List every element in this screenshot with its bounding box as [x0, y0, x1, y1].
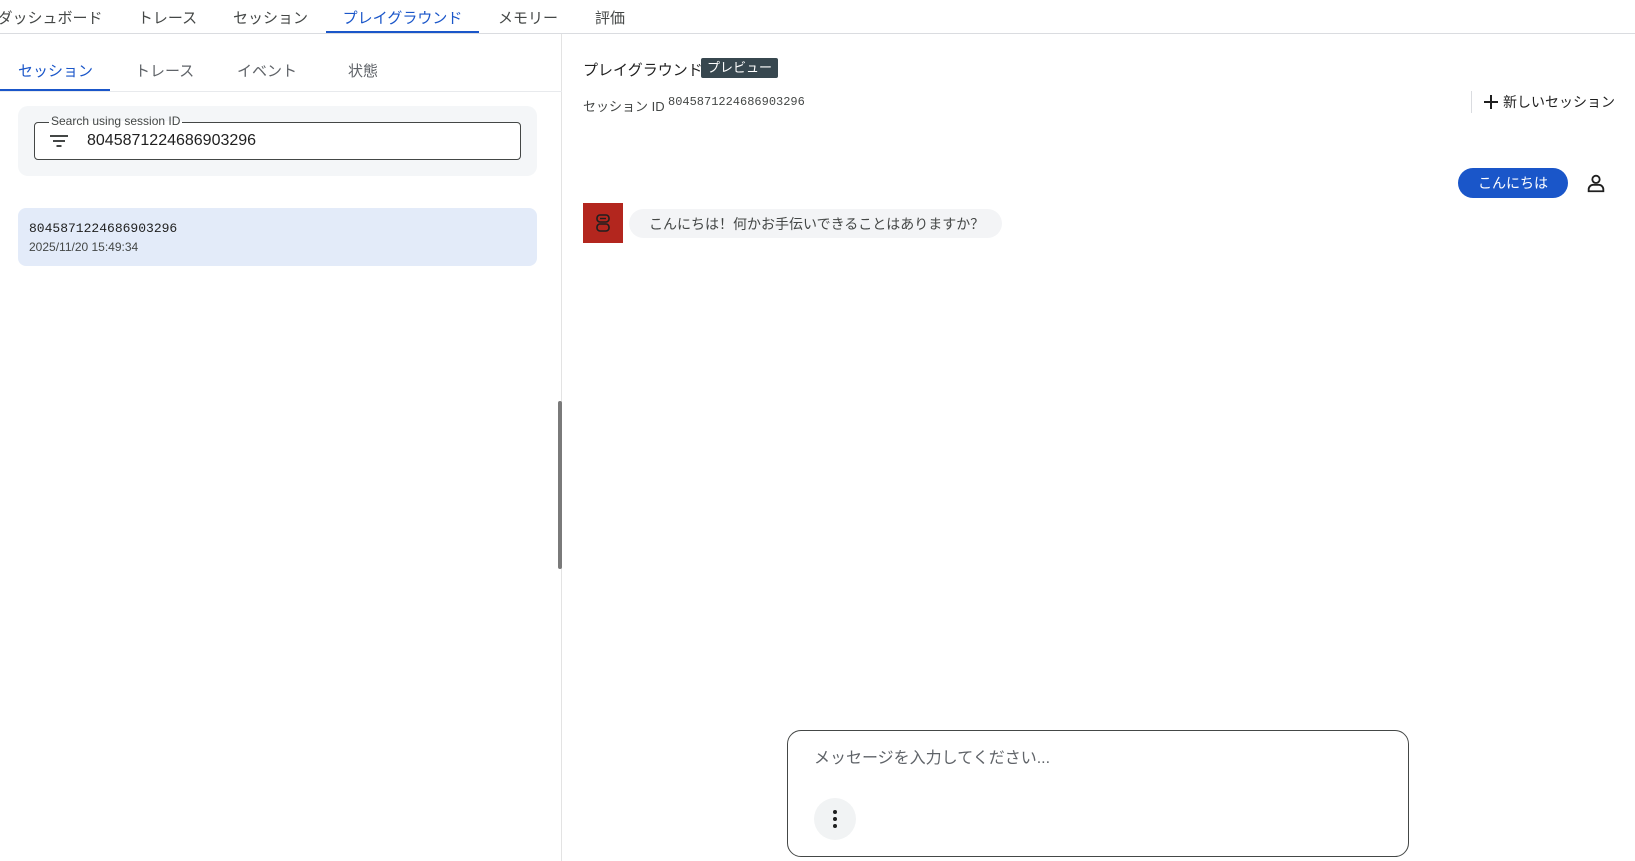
tab-session[interactable]: セッション	[228, 0, 313, 34]
subtab-trace[interactable]: トレース	[135, 60, 194, 86]
session-item-date: 2025/11/20 15:49:34	[29, 240, 139, 254]
session-id-value: 8045871224686903296	[668, 95, 805, 109]
bot-avatar	[583, 203, 623, 243]
subtab-event[interactable]: イベント	[237, 60, 297, 86]
tab-memory[interactable]: メモリー	[492, 0, 564, 34]
subtab-divider	[0, 91, 562, 92]
tab-playground[interactable]: プレイグラウンド	[326, 0, 479, 34]
tab-trace[interactable]: トレース	[130, 0, 205, 34]
tab-evaluation[interactable]: 評価	[590, 0, 630, 34]
new-session-label: 新しいセッション	[1503, 94, 1615, 110]
plus-icon	[1484, 95, 1498, 109]
message-input[interactable]	[814, 747, 1374, 771]
left-panel: セッション トレース イベント 状態 Search using session …	[0, 34, 562, 861]
message-composer	[787, 730, 1409, 857]
new-session-button[interactable]: 新しいセッション	[1483, 90, 1615, 114]
session-search-field[interactable]: Search using session ID	[34, 114, 521, 160]
session-item-id: 8045871224686903296	[29, 221, 178, 236]
session-id-label: セッション ID	[583, 99, 665, 114]
session-list-item[interactable]: 8045871224686903296 2025/11/20 15:49:34	[18, 208, 537, 266]
person-icon	[1587, 174, 1605, 193]
top-nav: ダッシュボード トレース セッション プレイグラウンド メモリー 評価	[0, 0, 1635, 34]
filter-icon	[50, 135, 68, 147]
playground-panel: プレイグラウンド プレビュー セッション ID 8045871224686903…	[563, 34, 1635, 861]
user-message: こんにちは	[1458, 168, 1568, 198]
subtab-session[interactable]: セッション	[18, 60, 93, 86]
tab-dashboard[interactable]: ダッシュボード	[0, 0, 103, 34]
active-tab-indicator	[326, 31, 479, 33]
preview-badge: プレビュー	[701, 58, 779, 78]
search-card: Search using session ID	[18, 106, 537, 176]
subtab-state[interactable]: 状態	[348, 60, 378, 86]
more-vert-icon	[833, 810, 837, 828]
panel-resize-handle[interactable]	[558, 401, 562, 569]
more-options-button[interactable]	[814, 798, 856, 840]
session-search-input[interactable]	[87, 130, 507, 152]
search-label: Search using session ID	[49, 114, 183, 128]
page-title: プレイグラウンド	[583, 62, 703, 79]
toolbar-divider	[1471, 91, 1472, 113]
robot-icon	[596, 214, 610, 232]
bot-message: こんにちは！何かお手伝いできることはありますか？	[629, 209, 1002, 238]
